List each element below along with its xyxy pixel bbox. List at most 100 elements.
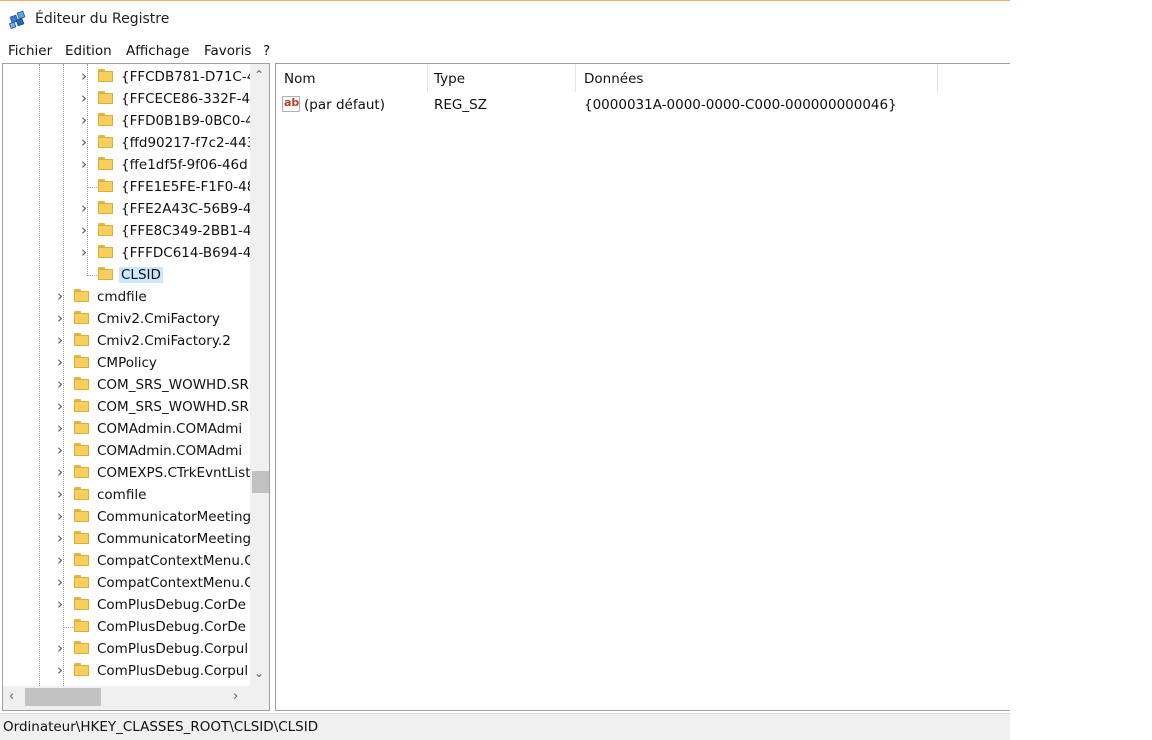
- status-bar: Ordinateur\HKEY_CLASSES_ROOT\CLSID\CLSID: [0, 713, 1010, 740]
- tree-item-label: COMEXPS.CTrkEvntList: [97, 465, 251, 481]
- tree-item-label: {FFD0B1B9-0BC0-4: [121, 113, 254, 129]
- expand-chevron-icon[interactable]: ›: [81, 155, 91, 173]
- tree-horizontal-scrollbar[interactable]: ‹ ›: [3, 686, 250, 710]
- column-header-name[interactable]: Nom: [276, 64, 428, 92]
- expand-chevron-icon[interactable]: ›: [57, 485, 67, 503]
- tree-item[interactable]: › {ffe1df5f-9f06-46d: [3, 154, 251, 176]
- expand-chevron-icon[interactable]: ›: [57, 463, 67, 481]
- tree-item[interactable]: › comfile: [3, 484, 251, 506]
- folder-icon: [74, 575, 89, 588]
- title-bar[interactable]: Éditeur du Registre: [0, 1, 1010, 39]
- menu-bar: Fichier Edition Affichage Favoris ?: [0, 41, 1010, 61]
- tree-guide-line: [87, 275, 97, 276]
- tree-item[interactable]: ComPlusDebug.CorDe: [3, 616, 251, 638]
- tree-item[interactable]: › {FFE2A43C-56B9-4l: [3, 198, 255, 220]
- expand-chevron-icon[interactable]: ›: [81, 67, 91, 85]
- expand-chevron-icon[interactable]: ›: [57, 375, 67, 393]
- tree-guide-line: [63, 64, 64, 686]
- tree-item[interactable]: › COM_SRS_WOWHD.SR: [3, 396, 251, 418]
- menu-favorites[interactable]: Favoris: [204, 43, 251, 59]
- tree-item-label: {FFFDC614-B694-4: [121, 245, 252, 261]
- folder-icon: [98, 91, 113, 104]
- expand-chevron-icon[interactable]: ›: [81, 133, 91, 151]
- expand-chevron-icon[interactable]: ›: [57, 353, 67, 371]
- tree-item-label: {ffe1df5f-9f06-46d: [121, 157, 248, 173]
- folder-icon: [74, 311, 89, 324]
- expand-chevron-icon[interactable]: ›: [57, 551, 67, 569]
- tree-item[interactable]: › CommunicatorMeeting: [3, 506, 251, 528]
- column-header-data[interactable]: Données: [576, 64, 938, 92]
- column-header-type[interactable]: Type: [426, 64, 576, 92]
- tree-item[interactable]: › COM_SRS_WOWHD.SR: [3, 374, 251, 396]
- expand-chevron-icon[interactable]: ›: [57, 309, 67, 327]
- expand-chevron-icon[interactable]: ›: [57, 661, 67, 679]
- tree-item[interactable]: › CMPolicy: [3, 352, 251, 374]
- tree-item-label: cmdfile: [97, 289, 147, 305]
- expand-chevron-icon[interactable]: ›: [57, 287, 67, 305]
- status-path: Ordinateur\HKEY_CLASSES_ROOT\CLSID\CLSID: [3, 719, 319, 735]
- tree-vertical-scrollbar[interactable]: ⌃ ⌄: [250, 64, 269, 686]
- value-data: {0000031A-0000-0000-C000-000000000046}: [584, 97, 897, 113]
- scroll-left-icon[interactable]: ‹: [9, 689, 14, 704]
- expand-chevron-icon[interactable]: ›: [81, 89, 91, 107]
- tree-item[interactable]: › Cmiv2.CmiFactory.2: [3, 330, 251, 352]
- tree-item[interactable]: › ComPlusDebug.CorDe: [3, 594, 251, 616]
- tree-item[interactable]: CLSID: [3, 264, 251, 286]
- tree-item-label: CLSID: [119, 267, 163, 283]
- expand-chevron-icon[interactable]: ›: [57, 397, 67, 415]
- tree-item[interactable]: › CompatContextMenu.C: [3, 572, 254, 594]
- folder-icon: [74, 553, 89, 566]
- tree-item[interactable]: › COMAdmin.COMAdmi: [3, 440, 251, 462]
- tree-item[interactable]: › {FFFDC614-B694-4: [3, 242, 251, 264]
- expand-chevron-icon[interactable]: ›: [57, 595, 67, 613]
- tree-item[interactable]: › CompatContextMenu.C: [3, 550, 254, 572]
- values-list[interactable]: Nom Type Données ab (par défaut) REG_SZ …: [275, 63, 1010, 711]
- tree-item[interactable]: › COMAdmin.COMAdmi: [3, 418, 251, 440]
- folder-icon: [74, 509, 89, 522]
- scroll-thumb[interactable]: [252, 471, 269, 493]
- horizontal-scroll-thumb[interactable]: [25, 688, 101, 706]
- value-row[interactable]: ab (par défaut) REG_SZ {0000031A-0000-00…: [276, 92, 1010, 116]
- menu-help[interactable]: ?: [263, 43, 270, 59]
- tree-item[interactable]: › CommunicatorMeeting: [3, 528, 251, 550]
- tree-item-label: {FFE8C349-2BB1-4: [121, 223, 252, 239]
- expand-chevron-icon[interactable]: ›: [57, 507, 67, 525]
- expand-chevron-icon[interactable]: ›: [57, 331, 67, 349]
- expand-chevron-icon[interactable]: ›: [57, 529, 67, 547]
- tree-item-label: CompatContextMenu.C: [97, 575, 254, 591]
- folder-icon: [74, 421, 89, 434]
- tree-item[interactable]: › COMEXPS.CTrkEvntList: [3, 462, 251, 484]
- folder-icon: [98, 69, 113, 82]
- tree-item-label: COM_SRS_WOWHD.SR: [97, 399, 249, 415]
- key-tree[interactable]: › ComPlusDebug.Corpul › ComPlusDebug.Corpul…: [2, 63, 270, 711]
- scroll-up-icon[interactable]: ⌃: [254, 68, 264, 82]
- expand-chevron-icon[interactable]: ›: [57, 419, 67, 437]
- menu-edit[interactable]: Edition: [65, 43, 112, 59]
- scroll-down-icon[interactable]: ⌄: [254, 666, 264, 680]
- expand-chevron-icon[interactable]: ›: [81, 221, 91, 239]
- tree-item-label: ComPlusDebug.Corpul: [97, 641, 249, 657]
- expand-chevron-icon[interactable]: ›: [57, 573, 67, 591]
- menu-file[interactable]: Fichier: [8, 43, 52, 59]
- tree-item[interactable]: {FFE1E5FE-F1F0-48: [3, 176, 255, 198]
- tree-item[interactable]: › {FFCECE86-332F-49: [3, 88, 259, 110]
- tree-item[interactable]: › {FFCDB781-D71C-4: [3, 66, 255, 88]
- folder-icon: [74, 487, 89, 500]
- menu-view[interactable]: Affichage: [126, 43, 189, 59]
- expand-chevron-icon[interactable]: ›: [81, 199, 91, 217]
- expand-chevron-icon[interactable]: ›: [81, 111, 91, 129]
- expand-chevron-icon[interactable]: ›: [57, 441, 67, 459]
- tree-item[interactable]: › {FFE8C349-2BB1-4: [3, 220, 251, 242]
- tree-item-label: ComPlusDebug.CorDe: [97, 597, 246, 613]
- tree-item[interactable]: › cmdfile: [3, 286, 251, 308]
- tree-item[interactable]: › {ffd90217-f7c2-443: [3, 132, 255, 154]
- tree-item[interactable]: › ComPlusDebug.Corpul: [3, 660, 251, 682]
- expand-chevron-icon[interactable]: ›: [81, 243, 91, 261]
- tree-item[interactable]: › ComPlusDebug.Corpul: [3, 638, 251, 660]
- tree-item[interactable]: › Cmiv2.CmiFactory: [3, 308, 251, 330]
- string-value-icon: ab: [282, 96, 300, 112]
- scroll-right-icon[interactable]: ›: [233, 689, 238, 704]
- expand-chevron-icon[interactable]: ›: [57, 639, 67, 657]
- tree-item[interactable]: › {FFD0B1B9-0BC0-4: [3, 110, 254, 132]
- column-header-type-label: Type: [434, 71, 466, 87]
